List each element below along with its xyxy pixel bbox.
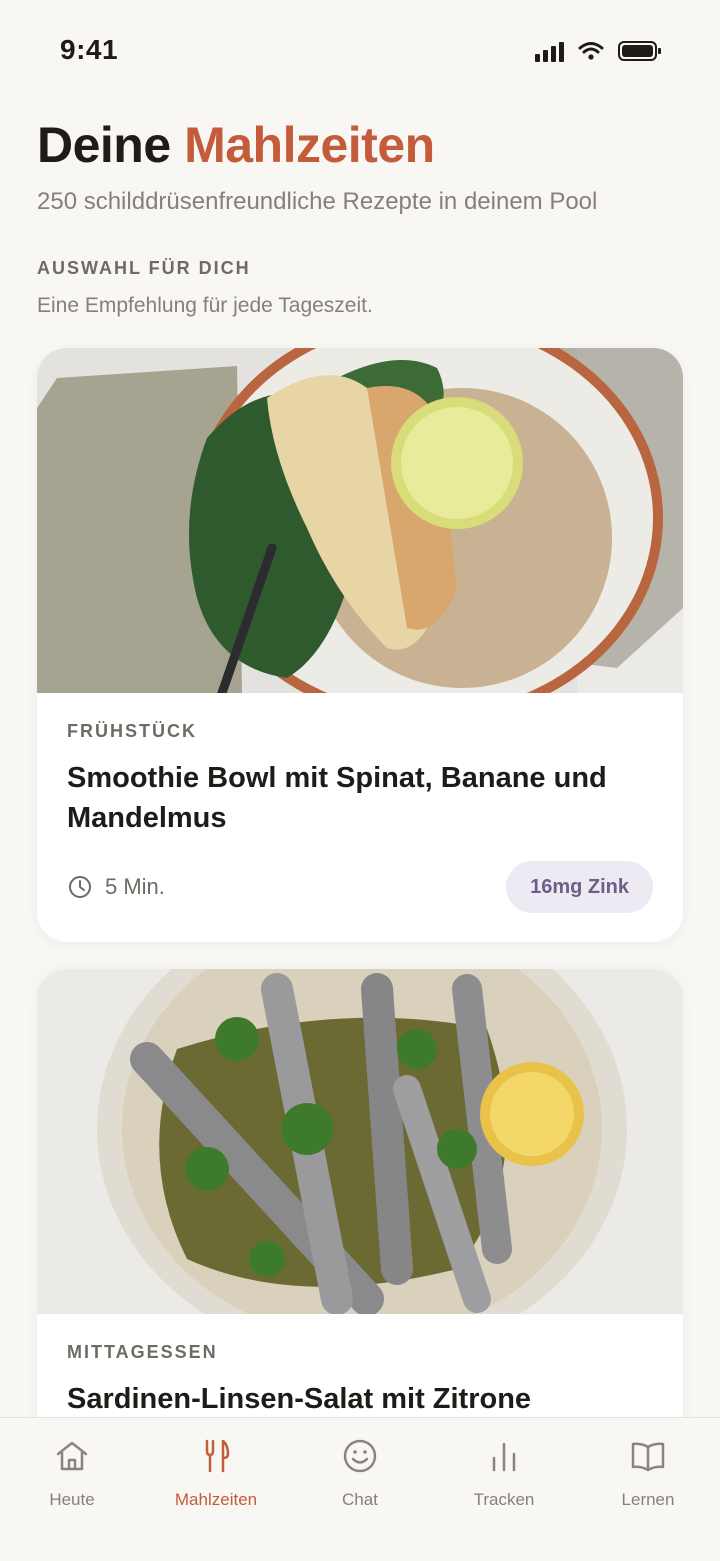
nav-item-lernen[interactable]: Lernen [576,1418,720,1561]
status-icons [535,40,662,62]
recipe-meta: 5 Min. 16mg Zink [67,861,653,913]
bar-chart-icon [492,1442,516,1472]
prep-time: 5 Min. [67,874,165,900]
bottom-navigation: Heute Mahlzeiten Chat Tracken Lernen [0,1417,720,1561]
recipe-card[interactable]: FRÜHSTÜCK Smoothie Bowl mit Spinat, Bana… [37,348,683,942]
battery-icon [618,41,661,61]
section-label: AUSWAHL FÜR DICH [37,258,251,278]
page-title-plain: Deine [37,117,171,173]
nav-label: Heute [49,1490,95,1509]
status-bar: 9:41 [0,0,720,100]
nav-item-mahlzeiten[interactable]: Mahlzeiten [144,1418,288,1561]
nav-label: Lernen [621,1490,675,1509]
nav-label: Chat [342,1490,378,1509]
meal-type-label: MITTAGESSEN [67,1342,218,1362]
status-time: 9:41 [60,34,119,65]
section-description: Eine Empfehlung für jede Tageszeit. [37,294,373,317]
nav-item-chat[interactable]: Chat [288,1418,432,1561]
recipe-card-body: MITTAGESSEN Sardinen-Linsen-Salat mit Zi… [37,1314,683,1419]
nav-item-tracken[interactable]: Tracken [432,1418,576,1561]
smiley-icon [343,1439,377,1473]
wifi-icon [578,42,604,60]
smoothie-bowl-photo [37,348,683,693]
nav-item-heute[interactable]: Heute [0,1418,144,1561]
prep-time-value: 5 Min. [105,874,165,899]
nav-label: Mahlzeiten [174,1490,258,1509]
fork-knife-icon [205,1439,230,1473]
meal-type-label: FRÜHSTÜCK [67,721,197,741]
recipe-title: Sardinen-Linsen-Salat mit Zitrone [67,1383,532,1415]
page-title: Deine Mahlzeiten [37,116,435,174]
book-icon [631,1442,665,1472]
home-icon [56,1441,88,1471]
page-title-accent: Mahlzeiten [184,117,435,173]
nav-label: Tracken [473,1490,535,1509]
cellular-signal-icon [535,40,564,62]
recipe-card-body: FRÜHSTÜCK Smoothie Bowl mit Spinat, Bana… [37,693,683,913]
clock-icon [69,876,91,898]
recipe-title: Smoothie Bowl mit Spinat, Banane und Man… [67,762,607,834]
sardine-lentil-salad-photo [37,969,683,1314]
nutrient-badge: 16mg Zink [506,861,653,913]
page-subtitle: 250 schilddrüsenfreundliche Rezepte in d… [37,188,598,215]
